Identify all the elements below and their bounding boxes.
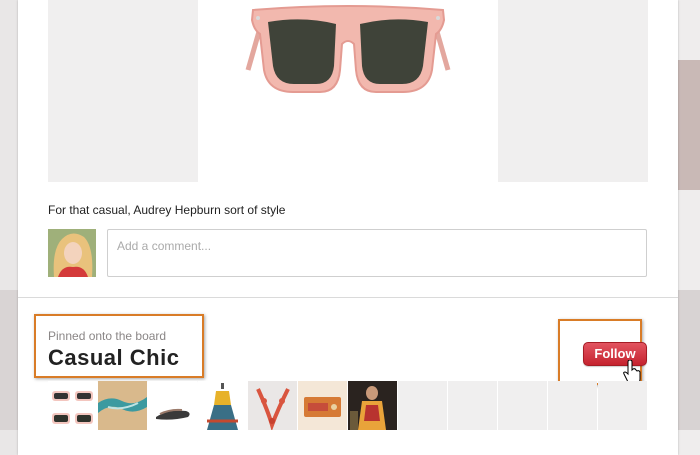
empty-thumb — [548, 381, 597, 430]
section-divider — [18, 297, 678, 298]
sunglasses-image[interactable] — [198, 0, 498, 182]
background-left-strip — [0, 290, 18, 430]
empty-thumb — [398, 381, 447, 430]
pin-card: For that casual, Audrey Hepburn sort of … — [18, 0, 678, 455]
background-image-fragment — [678, 290, 700, 430]
board-label: Pinned onto the board — [48, 329, 167, 343]
image-padding-left — [48, 0, 198, 182]
coral-necklace-thumb[interactable] — [248, 381, 297, 430]
background-image-fragment — [678, 60, 700, 190]
comment-input[interactable]: Add a comment... — [107, 229, 647, 277]
empty-thumb — [498, 381, 547, 430]
wallet-thumb[interactable] — [298, 381, 347, 430]
board-thumbnails — [48, 381, 648, 430]
yellow-dress-thumb[interactable] — [198, 381, 247, 430]
board-title[interactable]: Casual Chic — [48, 345, 179, 371]
image-padding-right — [498, 0, 648, 182]
outfit-photo-thumb[interactable] — [348, 381, 397, 430]
empty-thumb — [448, 381, 497, 430]
sunglasses-thumb[interactable] — [48, 381, 97, 430]
background-right-strip — [678, 0, 700, 455]
pin-image[interactable] — [48, 0, 648, 182]
user-avatar[interactable] — [48, 229, 96, 277]
pin-description: For that casual, Audrey Hepburn sort of … — [48, 203, 286, 217]
scarf-thumb[interactable] — [98, 381, 147, 430]
empty-thumb — [598, 381, 647, 430]
flats-shoes-thumb[interactable] — [148, 381, 197, 430]
